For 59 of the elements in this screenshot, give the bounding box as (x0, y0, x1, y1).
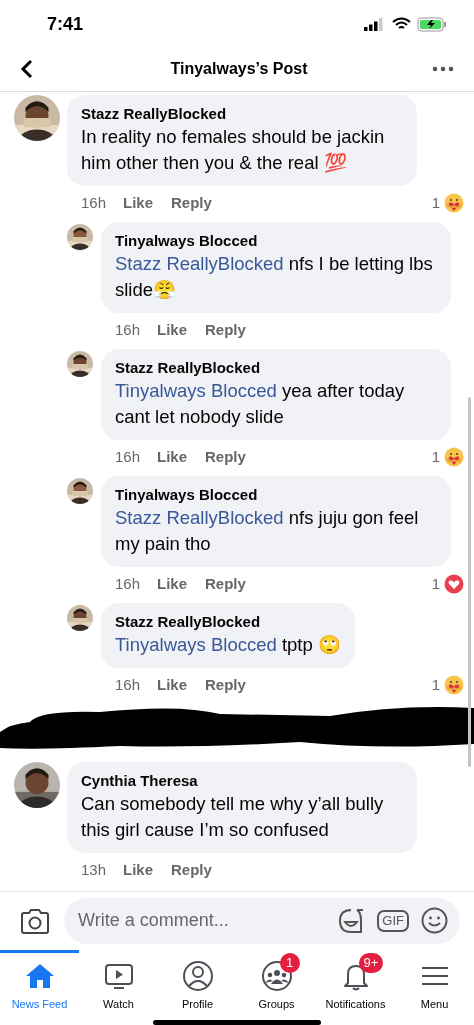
author-name[interactable]: Cynthia Theresa (81, 771, 403, 791)
sticker-icon[interactable] (337, 906, 366, 935)
comment-time: 16h (115, 446, 142, 467)
notification-badge: 9+ (358, 952, 384, 973)
gif-button[interactable]: GIF (377, 909, 409, 932)
author-name[interactable]: Stazz ReallyBlocked (115, 358, 437, 378)
notification-badge: 1 (279, 952, 300, 973)
camera-icon[interactable] (20, 906, 50, 935)
comment-text: Stazz ReallyBlocked nfs juju gon feel my pain tho (115, 506, 420, 556)
nav-tab[interactable]: 9+ Notifications (316, 949, 395, 1014)
comment-time: 16h (81, 192, 108, 213)
comment-time: 13h (81, 859, 108, 880)
reaction-count: 1 (431, 192, 440, 213)
like-button[interactable]: Like (123, 858, 153, 882)
like-button[interactable]: Like (157, 318, 187, 342)
reply-button[interactable]: Reply (171, 191, 212, 215)
comment-text: Can somebody tell me why y’all bully this girl cause I’m so confused (81, 792, 385, 842)
comment-time: 16h (115, 319, 142, 340)
more-icon[interactable] (432, 65, 454, 72)
nav-tab[interactable]: Watch (79, 949, 158, 1014)
author-name[interactable]: Tinyalways Blocced (115, 231, 437, 251)
battery-icon (417, 16, 447, 32)
comment-input[interactable]: Write a comment... GIF (64, 897, 460, 944)
comment-text: Tinyalways Blocced yea after today cant let nobody slide (115, 379, 406, 429)
author-name[interactable]: Stazz ReallyBlocked (115, 612, 341, 632)
mention-link[interactable]: Tinyalways Blocced (115, 380, 277, 401)
nav-tab[interactable]: News Feed (0, 949, 79, 1014)
reply-button[interactable]: Reply (205, 445, 246, 469)
reply-button[interactable]: Reply (205, 318, 246, 342)
comment-time: 16h (115, 573, 142, 594)
nav-tab[interactable]: 1 Groups (237, 949, 316, 1014)
nav-tab[interactable]: Menu (395, 949, 474, 1014)
reply-button[interactable]: Reply (205, 673, 246, 697)
reply-button[interactable]: Reply (171, 858, 212, 882)
profile-icon (180, 958, 215, 993)
reaction-count: 1 (431, 674, 440, 695)
reaction-count: 1 (431, 573, 440, 594)
status-time: 7:41 (47, 12, 84, 36)
post-title: Tinyalways’s Post (169, 58, 309, 79)
like-button[interactable]: Like (157, 572, 187, 596)
author-name[interactable]: Tinyalways Blocced (115, 485, 437, 505)
mention-link[interactable]: Tinyalways Blocced (115, 634, 277, 655)
mention-link[interactable]: Stazz ReallyBlocked (115, 253, 284, 274)
comment-text: Tinyalways Blocced tptp 🙄 (115, 633, 341, 657)
comment-text: Stazz ReallyBlocked nfs I be letting lbs slide😤 (115, 252, 434, 302)
groups-icon (259, 958, 294, 993)
reaction-count: 1 (431, 446, 440, 467)
comment-text: In reality no females should be jackin him other then you & the real 💯 (81, 125, 386, 175)
mention-link[interactable]: Stazz ReallyBlocked (115, 507, 284, 528)
reply-button[interactable]: Reply (205, 572, 246, 596)
like-button[interactable]: Like (123, 191, 153, 215)
nav-tab[interactable]: Profile (158, 949, 237, 1014)
like-button[interactable]: Like (157, 673, 187, 697)
signal-icon (364, 17, 386, 31)
wifi-icon (392, 17, 411, 31)
comment-time: 16h (115, 674, 142, 695)
emoji-icon[interactable] (421, 907, 448, 935)
like-button[interactable]: Like (157, 445, 187, 469)
author-name[interactable]: Stazz ReallyBlocked (81, 104, 403, 124)
